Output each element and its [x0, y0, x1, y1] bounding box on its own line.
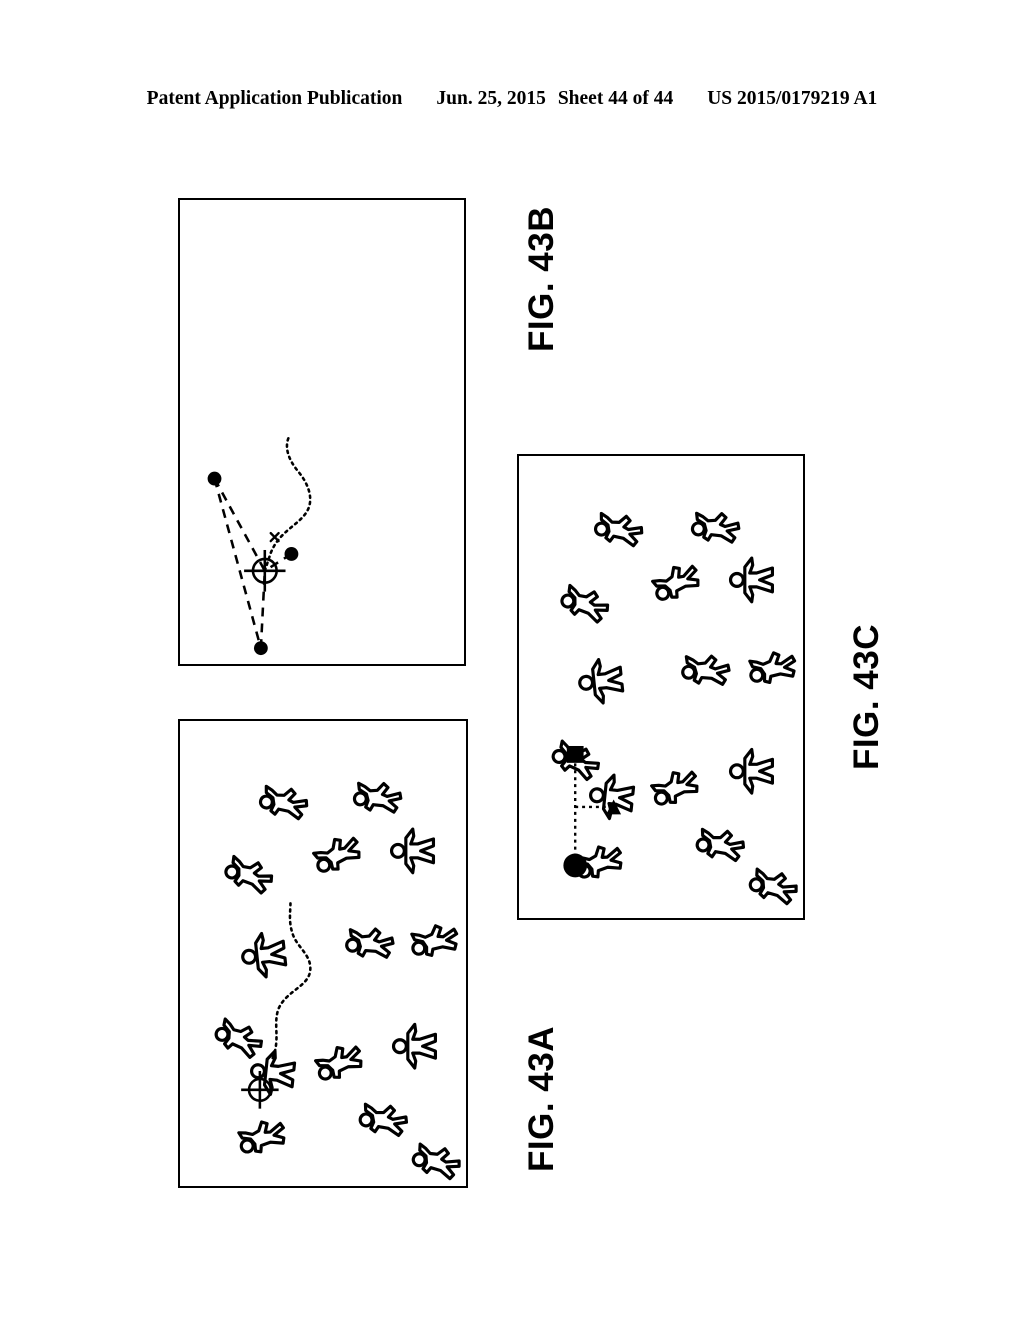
person-body-front [743, 556, 775, 604]
fig43a-person-4 [389, 827, 436, 875]
person-head [728, 763, 745, 780]
fig43a-person-1 [258, 784, 309, 821]
fig43c-person-3 [651, 564, 700, 601]
fig43c-person-10 [650, 770, 699, 806]
square-marker [566, 745, 584, 763]
fig43a-person-6 [345, 927, 395, 959]
fig43a-person-13 [358, 1102, 409, 1138]
figure-43b-drawing [207, 436, 312, 656]
association-line-4 [213, 478, 263, 649]
fig43c-person-15 [748, 867, 798, 906]
fig43a-person-3 [312, 836, 361, 873]
person-head [728, 571, 745, 588]
fig43c-person-11 [728, 747, 775, 795]
person-head [578, 674, 595, 691]
person-head [389, 842, 406, 859]
fig43a-person-2 [352, 781, 403, 814]
header-sheet: Sheet 44 of 44 [557, 88, 674, 109]
fig43a-person-15 [411, 1142, 461, 1181]
fig43a-person-11 [391, 1022, 438, 1070]
figure-43c-drawing [551, 511, 798, 906]
figure-caption-43b: FIG. 43B [522, 206, 561, 352]
fig43c-person-5 [560, 583, 610, 624]
fig43c-person-1 [593, 511, 644, 548]
person-head [241, 948, 258, 965]
person-head [589, 787, 605, 804]
person-body-front [404, 827, 436, 875]
fig43a-person-10 [314, 1045, 363, 1081]
figure-panel-43b [178, 198, 466, 666]
circle-marker [563, 853, 588, 878]
figure-caption-43c: FIG. 43C [847, 624, 886, 770]
header-publication-number: US 2015/0179219 A1 [707, 88, 878, 109]
fig43a-person-9 [214, 1017, 263, 1059]
person-head [250, 1063, 266, 1080]
figure-panel-43a [178, 719, 468, 1188]
person-head [391, 1038, 408, 1055]
fig43c-person-13 [695, 827, 746, 863]
association-line-1 [213, 477, 266, 572]
fig43a-person-5 [224, 854, 274, 895]
motion-trail-path [271, 902, 312, 1060]
figure-43a-drawing [214, 781, 461, 1181]
tracked-point-right [284, 547, 299, 561]
tracked-point-upper-left [207, 471, 222, 486]
fig43c-person-7 [748, 651, 797, 685]
page-header: Patent Application Publication Jun. 25, … [0, 88, 1024, 116]
person-body-front [406, 1022, 438, 1070]
header-date: Jun. 25, 2015 [436, 88, 546, 109]
fig43c-person-8 [578, 657, 625, 705]
person-body-front [743, 747, 775, 795]
fig43c-person-4 [728, 556, 775, 604]
person-body-front [591, 657, 625, 705]
figure-caption-43a: FIG. 43A [522, 1026, 561, 1172]
person-body-front [254, 931, 288, 979]
fig43a-person-7 [410, 924, 459, 957]
fig43a-person-8 [241, 931, 288, 979]
fig43c-person-2 [690, 511, 741, 544]
figure-panel-43c [517, 454, 805, 920]
fig43c-person-6 [681, 654, 731, 686]
header-publication-label: Patent Application Publication [146, 88, 403, 109]
fig43a-person-14 [237, 1120, 286, 1154]
tracked-point-lower [253, 641, 268, 656]
